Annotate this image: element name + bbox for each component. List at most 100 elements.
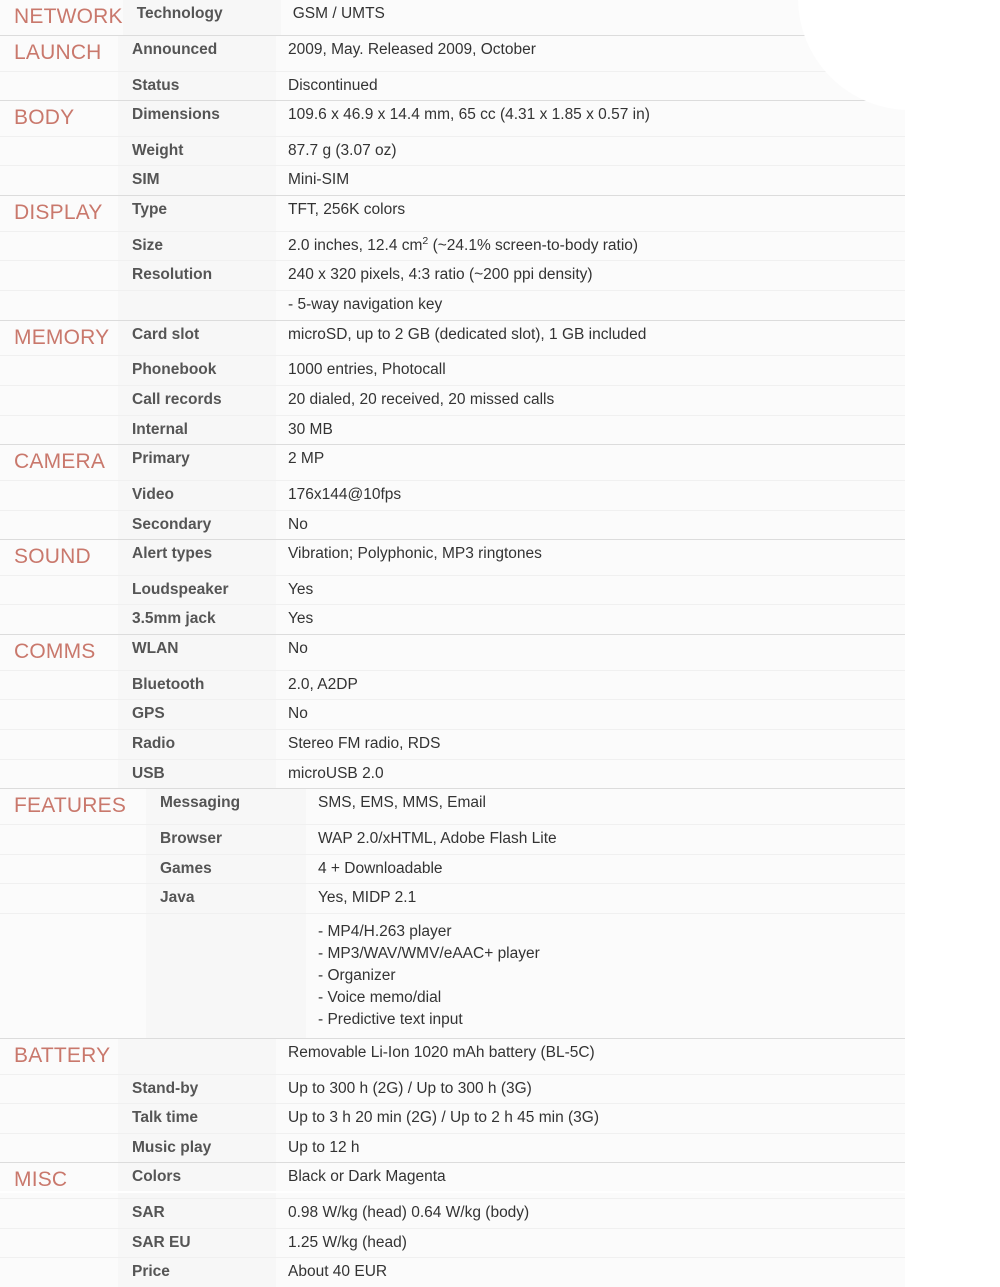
section-title-spacer xyxy=(0,575,118,605)
section-title: MEMORY xyxy=(0,320,118,356)
spec-label: Type xyxy=(118,196,276,231)
section-title: CAMERA xyxy=(0,445,118,480)
spec-section: FEATURES Messaging SMS, EMS, MMS, Email Bro… xyxy=(0,788,905,1038)
spec-label: Call records xyxy=(118,385,276,415)
spec-value: Stereo FM radio, RDS xyxy=(276,730,905,759)
section-title-spacer xyxy=(0,605,118,635)
spec-row: Music play Up to 12 h xyxy=(0,1132,905,1163)
section-title-spacer xyxy=(0,1104,118,1133)
spec-label: Video xyxy=(118,480,276,510)
spec-row: SIM Mini-SIM xyxy=(0,165,905,196)
section-title-spacer xyxy=(0,71,118,101)
spec-value: Mini-SIM xyxy=(276,166,905,196)
spec-label: Resolution xyxy=(118,261,276,291)
spec-label: SAR xyxy=(118,1199,276,1228)
spec-row: SAR 0.98 W/kg (head) 0.64 W/kg (body) xyxy=(0,1198,905,1228)
spec-row: - MP4/H.263 player - MP3/WAV/WMV/eAAC+ p… xyxy=(0,912,905,1038)
spec-label: Weight xyxy=(118,136,276,166)
spec-section: MISC Colors Black or Dark Magenta SAR 0.98 W… xyxy=(0,1162,905,1287)
spec-row: 3.5mm jack Yes xyxy=(0,604,905,635)
spec-label: Browser xyxy=(146,824,306,854)
spec-row: Internal 30 MB xyxy=(0,414,905,445)
spec-section: SOUND Alert types Vibration; Polyphonic, M… xyxy=(0,539,905,635)
section-title-spacer xyxy=(0,1074,118,1104)
spec-section: CAMERA Primary 2 MP Video 176x144@10fps Secon… xyxy=(0,444,905,540)
spec-row: SOUND Alert types Vibration; Polyphonic, M… xyxy=(0,540,905,575)
section-title: BATTERY xyxy=(0,1038,118,1074)
spec-value: 2.0 inches, 12.4 cm2 (~24.1% screen-to-b… xyxy=(276,231,905,261)
section-title-spacer xyxy=(0,231,118,261)
spec-row: Secondary No xyxy=(0,509,905,540)
section-title-spacer xyxy=(0,510,118,540)
spec-value: microSD, up to 2 GB (dedicated slot), 1 … xyxy=(276,320,905,356)
spec-value: Discontinued xyxy=(276,71,905,101)
spec-row: USB microUSB 2.0 xyxy=(0,758,905,789)
spec-row: MEMORY Card slot microSD, up to 2 GB (dedi… xyxy=(0,320,905,356)
spec-row: FEATURES Messaging SMS, EMS, MMS, Email xyxy=(0,789,905,824)
spec-value: Up to 12 h xyxy=(276,1133,905,1163)
spec-row: LAUNCH Announced 2009, May. Released 2009,… xyxy=(0,35,905,71)
spec-row: COMMS WLAN No xyxy=(0,635,905,670)
spec-value: 1000 entries, Photocall xyxy=(276,356,905,385)
spec-value: 87.7 g (3.07 oz) xyxy=(276,136,905,166)
spec-label-empty xyxy=(146,913,306,1038)
spec-label: Music play xyxy=(118,1133,276,1163)
spec-row: Resolution 240 x 320 pixels, 4:3 ratio (~… xyxy=(0,260,905,291)
section-title-spacer xyxy=(0,415,118,445)
section-title: COMMS xyxy=(0,635,118,670)
spec-row: DISPLAY Type TFT, 256K colors xyxy=(0,196,905,231)
section-title-spacer xyxy=(0,385,118,415)
spec-row: CAMERA Primary 2 MP xyxy=(0,445,905,480)
section-title: LAUNCH xyxy=(0,35,118,71)
section-title-spacer xyxy=(0,136,118,166)
section-title-spacer xyxy=(0,1258,118,1287)
spec-label: Bluetooth xyxy=(118,670,276,700)
right-margin xyxy=(905,0,1000,1193)
spec-value: Up to 300 h (2G) / Up to 300 h (3G) xyxy=(276,1074,905,1104)
spec-row: GPS No xyxy=(0,699,905,730)
spec-value: Yes, MIDP 2.1 xyxy=(306,884,905,913)
spec-row: Size 2.0 inches, 12.4 cm2 (~24.1% screen-… xyxy=(0,230,905,261)
section-title-spacer xyxy=(0,884,146,913)
spec-value: Yes xyxy=(276,605,905,635)
spec-label: Size xyxy=(118,231,276,261)
spec-row: BATTERY Removable Li-Ion 1020 mAh battery… xyxy=(0,1038,905,1074)
section-title-spacer xyxy=(0,824,146,854)
section-title: NETWORK xyxy=(0,0,123,35)
spec-row: Weight 87.7 g (3.07 oz) xyxy=(0,135,905,166)
spec-row: SAR EU 1.25 W/kg (head) xyxy=(0,1227,905,1258)
spec-value: - MP4/H.263 player - MP3/WAV/WMV/eAAC+ p… xyxy=(306,913,905,1038)
spec-section: NETWORK Technology GSM / UMTS xyxy=(0,0,905,35)
spec-value: - 5-way navigation key xyxy=(276,291,905,320)
spec-section: COMMS WLAN No Bluetooth 2.0, A2DP GPS No Radio S… xyxy=(0,634,905,789)
section-title-spacer xyxy=(0,291,118,320)
spec-value: No xyxy=(276,635,905,670)
section-title-spacer xyxy=(0,1199,118,1228)
spec-value: WAP 2.0/xHTML, Adobe Flash Lite xyxy=(306,824,905,854)
section-title-spacer xyxy=(0,166,118,196)
spec-label: SAR EU xyxy=(118,1228,276,1258)
spec-row: Games 4 + Downloadable xyxy=(0,853,905,884)
spec-value: 30 MB xyxy=(276,415,905,445)
section-title: SOUND xyxy=(0,540,118,575)
section-title: DISPLAY xyxy=(0,196,118,231)
spec-label-empty xyxy=(118,291,276,320)
spec-label: Radio xyxy=(118,730,276,759)
spec-value: 2.0, A2DP xyxy=(276,670,905,700)
spec-value: GSM / UMTS xyxy=(280,0,905,35)
section-title: BODY xyxy=(0,101,118,136)
section-title-spacer xyxy=(0,700,118,730)
section-title-spacer xyxy=(0,913,146,1038)
spec-value: 109.6 x 46.9 x 14.4 mm, 65 cc (4.31 x 1.… xyxy=(276,101,905,136)
spec-label: Messaging xyxy=(146,789,306,824)
spec-label: Status xyxy=(118,71,276,101)
spec-row: Bluetooth 2.0, A2DP xyxy=(0,669,905,700)
specification-table: NETWORK Technology GSM / UMTS LAUNCH Announc… xyxy=(0,0,905,1287)
spec-label: Stand-by xyxy=(118,1074,276,1104)
spec-row: Browser WAP 2.0/xHTML, Adobe Flash Lite xyxy=(0,823,905,854)
spec-label: Games xyxy=(146,854,306,884)
spec-value: microUSB 2.0 xyxy=(276,759,905,789)
spec-section: BATTERY Removable Li-Ion 1020 mAh battery… xyxy=(0,1037,905,1163)
spec-value: Up to 3 h 20 min (2G) / Up to 2 h 45 min… xyxy=(276,1104,905,1133)
section-title-spacer xyxy=(0,261,118,291)
